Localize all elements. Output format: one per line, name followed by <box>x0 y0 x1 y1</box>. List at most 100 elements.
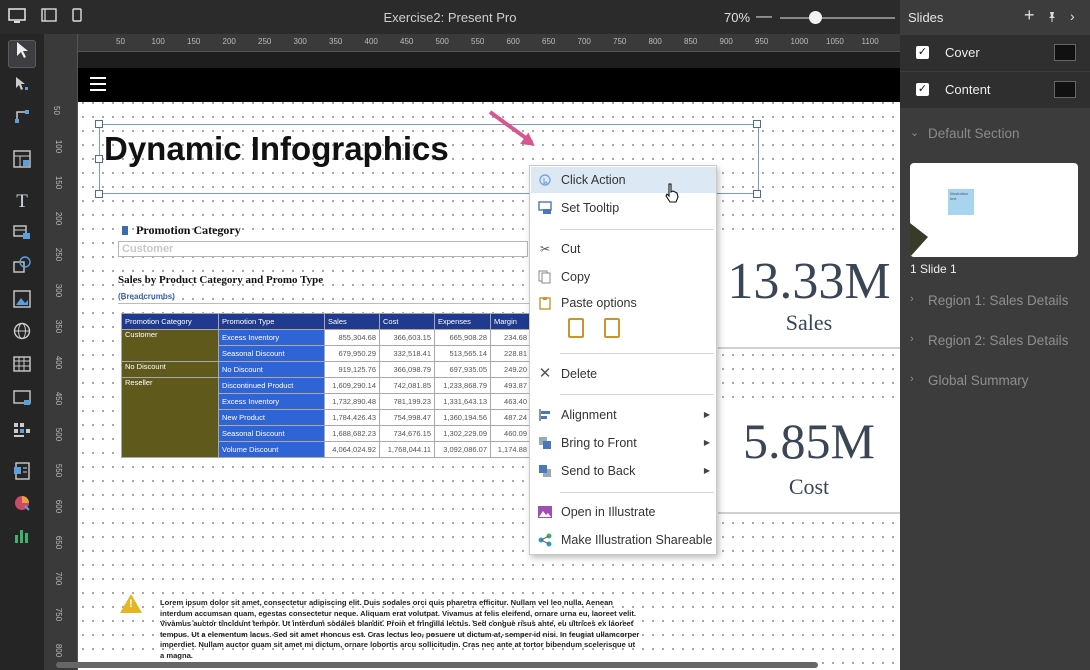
table-header[interactable]: Expenses <box>434 313 491 330</box>
report-icon[interactable] <box>8 462 36 490</box>
chart-icon[interactable] <box>8 494 36 522</box>
slide-row-content[interactable]: ✓ Content <box>900 72 1090 108</box>
value-cell[interactable]: 4,064,024.92 <box>324 441 380 458</box>
zoom-slider-knob[interactable] <box>808 11 822 24</box>
value-cell[interactable]: 493.87 <box>490 377 531 394</box>
resize-handle[interactable] <box>753 120 761 128</box>
slide-title[interactable]: Dynamic Infographics <box>104 130 449 168</box>
text-table-icon[interactable] <box>8 222 36 250</box>
paste-keep-format-icon[interactable] <box>568 318 584 338</box>
table-row[interactable]: Customer Excess Inventory 855,304.68 366,60… <box>121 329 531 362</box>
value-cell[interactable]: 460.09 <box>490 425 531 442</box>
table-header[interactable]: Promotion Type <box>218 313 325 330</box>
menu-send-to-back[interactable]: Send to Back ▶ <box>531 458 716 484</box>
value-cell[interactable]: 513,565.14 <box>434 345 491 362</box>
checkbox-icon[interactable]: ✓ <box>916 46 929 59</box>
value-cell[interactable]: 1,688,682.23 <box>324 425 380 442</box>
table-header[interactable]: Cost <box>379 313 435 330</box>
value-cell[interactable]: 781,199.23 <box>379 393 435 410</box>
pin-icon[interactable] <box>1046 11 1058 26</box>
value-cell[interactable]: 234.68 <box>490 329 531 346</box>
grid-icon[interactable] <box>8 420 36 448</box>
zoom-out-button[interactable]: — <box>756 8 772 26</box>
value-cell[interactable]: 754,998.47 <box>379 409 435 426</box>
value-cell[interactable]: 228.81 <box>490 345 531 362</box>
checkbox-icon[interactable]: ✓ <box>916 83 929 96</box>
menu-make-illustration-shareable[interactable]: Make Illustration Shareable <box>531 527 716 553</box>
promotion-type-cell[interactable]: Seasonal Discount <box>218 345 325 362</box>
value-cell[interactable]: 697,935.05 <box>434 361 491 378</box>
menu-bring-to-front[interactable]: Bring to Front ▶ <box>531 430 716 456</box>
menu-copy[interactable]: Copy <box>531 264 716 290</box>
value-cell[interactable]: 249.20 <box>490 361 531 378</box>
sales-table[interactable]: Promotion Category Promotion Type Sales … <box>121 313 531 458</box>
promotion-type-cell[interactable]: New Product <box>218 409 325 426</box>
table-icon[interactable] <box>8 354 36 382</box>
paste-destination-icon[interactable] <box>604 318 620 338</box>
value-cell[interactable]: 1,609,290.14 <box>324 377 380 394</box>
menu-click-action[interactable]: Click Action <box>531 167 716 193</box>
table-header[interactable]: Margin <box>490 313 531 330</box>
lorem-text-block[interactable]: Lorem ipsum dolor sit amet, consectetur … <box>160 598 640 662</box>
value-cell[interactable]: 734,676.15 <box>379 425 435 442</box>
value-cell[interactable]: 463.40 <box>490 393 531 410</box>
promotion-type-cell[interactable]: Discontinued Product <box>218 377 325 394</box>
value-cell[interactable]: 487.24 <box>490 409 531 426</box>
value-cell[interactable]: 1,784,426.43 <box>324 409 380 426</box>
promotion-category-cell[interactable]: No Discount <box>121 361 219 378</box>
value-cell[interactable]: 1,360,194.56 <box>434 409 491 426</box>
container-icon[interactable] <box>8 388 36 416</box>
breadcrumbs[interactable]: (Breadcrumbs) <box>118 292 175 301</box>
value-cell[interactable]: 665,908.28 <box>434 329 491 346</box>
text-icon[interactable]: T <box>8 188 36 216</box>
promotion-type-cell[interactable]: Excess Inventory <box>218 393 325 410</box>
value-cell[interactable]: 3,092,086.07 <box>434 441 491 458</box>
resize-handle[interactable] <box>95 190 103 198</box>
promotion-type-cell[interactable]: No Discount <box>218 361 325 378</box>
value-cell[interactable]: 742,081.85 <box>379 377 435 394</box>
cost-kpi-card[interactable]: 5.85M Cost <box>718 398 900 514</box>
value-cell[interactable]: 332,518.41 <box>379 345 435 362</box>
table-header[interactable]: Promotion Category <box>121 313 219 330</box>
slide-row-cover[interactable]: ✓ Cover <box>900 35 1090 71</box>
value-cell[interactable]: 1,331,643.13 <box>434 393 491 410</box>
value-cell[interactable]: 919,125.76 <box>324 361 380 378</box>
pointer-icon[interactable] <box>8 40 36 68</box>
slide-canvas[interactable]: Dynamic Infographics Promotion Category … <box>78 52 900 670</box>
chevron-right-icon[interactable]: › <box>1070 8 1075 24</box>
menu-delete[interactable]: ✕ Delete <box>531 361 716 387</box>
promotion-type-cell[interactable]: Volume Discount <box>218 441 325 458</box>
zoom-slider-track[interactable] <box>780 17 895 19</box>
shape-icon[interactable] <box>8 256 36 284</box>
hamburger-menu-icon[interactable] <box>90 77 106 91</box>
menu-alignment[interactable]: Alignment ▶ <box>531 402 716 428</box>
promotion-category-cell[interactable]: Customer <box>121 329 219 362</box>
menu-open-in-illustrate[interactable]: Open in Illustrate <box>531 499 716 525</box>
menu-cut[interactable]: ✂ Cut <box>531 236 716 262</box>
subselect-icon[interactable] <box>8 74 36 102</box>
add-slide-button[interactable]: + <box>1024 5 1035 26</box>
customer-filter-input[interactable]: Customer <box>118 241 528 257</box>
bar-chart-icon[interactable] <box>8 526 36 554</box>
value-cell[interactable]: 1,302,229.09 <box>434 425 491 442</box>
table-header[interactable]: Sales <box>324 313 380 330</box>
value-cell[interactable]: 366,098.79 <box>379 361 435 378</box>
image-icon[interactable] <box>8 290 36 318</box>
resize-handle[interactable] <box>95 120 103 128</box>
resize-handle[interactable] <box>753 190 761 198</box>
slide-1-thumbnail[interactable]: Illustration text <box>910 163 1078 257</box>
promotion-type-cell[interactable]: Excess Inventory <box>218 329 325 346</box>
sales-kpi-card[interactable]: 13.33M Sales <box>718 234 900 349</box>
value-cell[interactable]: 1,768,044.11 <box>379 441 435 458</box>
value-cell[interactable]: 366,603.15 <box>379 329 435 346</box>
table-row[interactable]: No Discount No Discount 919,125.76 366,098.… <box>121 361 531 378</box>
promotion-type-cell[interactable]: Seasonal Discount <box>218 425 325 442</box>
resize-handle[interactable] <box>95 155 103 163</box>
value-cell[interactable]: 1,174.88 <box>490 441 531 458</box>
slide-page[interactable]: Dynamic Infographics Promotion Category … <box>78 68 900 670</box>
value-cell[interactable]: 679,950.29 <box>324 345 380 362</box>
value-cell[interactable]: 1,732,890.48 <box>324 393 380 410</box>
value-cell[interactable]: 1,233,868.79 <box>434 377 491 394</box>
menu-set-tooltip[interactable]: Set Tooltip <box>531 195 716 221</box>
horizontal-scrollbar[interactable] <box>56 662 818 668</box>
